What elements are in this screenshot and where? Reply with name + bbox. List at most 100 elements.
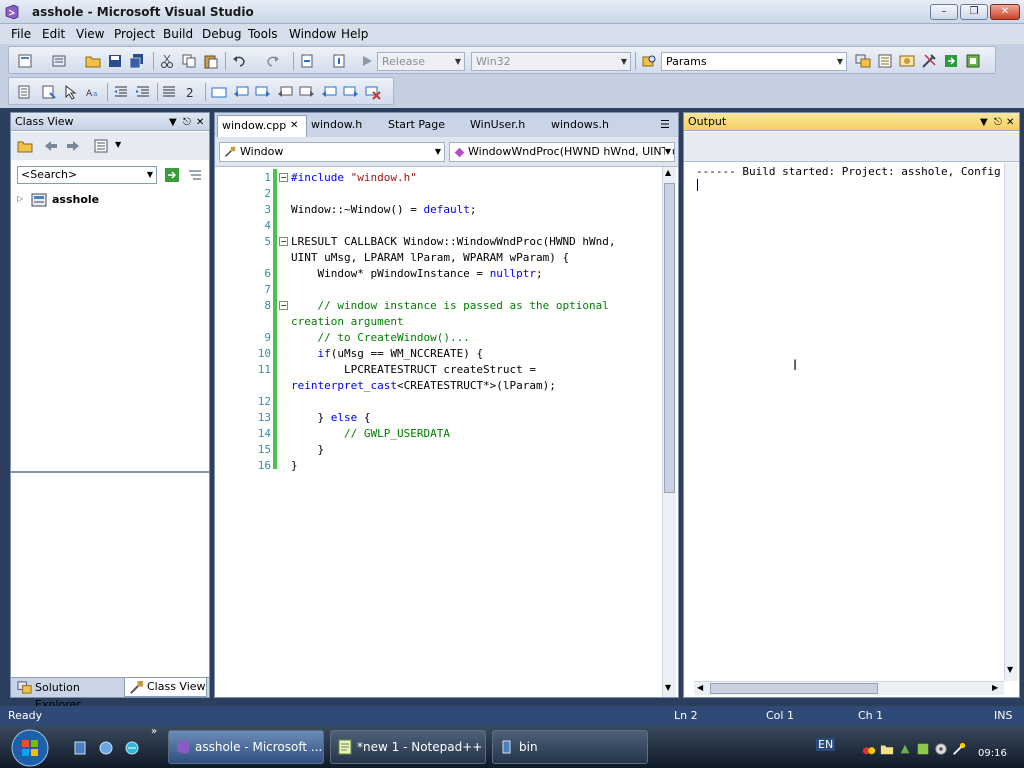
dropdown-arrow-icon[interactable]: ▼ <box>169 114 177 131</box>
toolbox-icon[interactable] <box>921 53 937 69</box>
quick-launch-explorer-icon[interactable] <box>72 740 88 756</box>
member-combo[interactable]: WindowWndProc(HWND hWnd, UINT u ▼ <box>449 142 675 162</box>
add-item-icon[interactable] <box>51 53 67 69</box>
tab-class-view[interactable]: Class View <box>124 678 207 697</box>
dropdown-arrow-icon[interactable]: ▼ <box>980 114 988 131</box>
editor-vertical-scrollbar[interactable]: ▲ ▼ <box>662 167 676 697</box>
forward-arrow-icon[interactable] <box>65 138 81 154</box>
menu-project[interactable]: Project <box>114 27 155 41</box>
menu-build[interactable]: Build <box>163 27 193 41</box>
clear-bookmarks-icon[interactable] <box>365 84 381 100</box>
close-button[interactable]: ✕ <box>990 4 1020 20</box>
tray-wand-icon[interactable] <box>952 742 966 756</box>
pin-icon[interactable]: ⎋ <box>994 114 1002 131</box>
scroll-up-icon[interactable]: ▲ <box>665 168 671 177</box>
scroll-down-icon[interactable]: ▼ <box>1007 665 1013 674</box>
extensions-icon[interactable] <box>965 53 981 69</box>
previous-bookmark-in-folder-icon[interactable] <box>277 84 293 100</box>
taskbar-notepad[interactable]: *new 1 - Notepad++ <box>330 730 486 764</box>
tab-winuser-h[interactable]: WinUser.h <box>466 115 529 137</box>
next-bookmark-in-folder-icon[interactable] <box>299 84 315 100</box>
scroll-left-icon[interactable]: ◀ <box>697 683 703 692</box>
open-folder-icon[interactable] <box>85 53 101 69</box>
menu-edit[interactable]: Edit <box>42 27 65 41</box>
redo-icon[interactable] <box>265 53 281 69</box>
expand-triangle-icon[interactable]: ▷ <box>17 194 23 203</box>
clear-search-icon[interactable] <box>187 167 203 183</box>
tab-window-cpp[interactable]: window.cpp ✕ <box>217 115 307 137</box>
close-icon[interactable]: ✕ <box>1006 114 1014 131</box>
windows-start-icon[interactable] <box>10 728 50 768</box>
tray-network-icon[interactable] <box>862 742 876 756</box>
solution-explorer-icon[interactable] <box>855 53 871 69</box>
solution-configuration-combo[interactable]: Release ▼ <box>377 52 465 71</box>
tab-window-h[interactable]: window.h <box>307 115 366 137</box>
quick-launch-overflow-icon[interactable]: » <box>151 726 157 737</box>
close-icon[interactable]: ✕ <box>196 114 204 131</box>
display-object-member-list-icon[interactable] <box>17 84 33 100</box>
find-combo[interactable]: Params ▼ <box>661 52 847 71</box>
undo-icon[interactable] <box>231 53 247 69</box>
menu-window[interactable]: Window <box>289 27 336 41</box>
comment-lines-icon[interactable] <box>161 84 177 100</box>
collapse-outline-icon[interactable]: − <box>279 237 288 246</box>
taskbar-visual-studio[interactable]: asshole - Microsoft ... <box>168 730 324 764</box>
previous-bookmark-in-document-icon[interactable] <box>321 84 337 100</box>
close-tab-icon[interactable]: ✕ <box>290 116 298 136</box>
collapse-outline-icon[interactable]: − <box>279 173 288 182</box>
class-view-search-input[interactable]: <Search> ▼ <box>17 166 157 184</box>
menu-help[interactable]: Help <box>341 27 368 41</box>
next-bookmark-in-document-icon[interactable] <box>343 84 359 100</box>
scrollbar-thumb[interactable] <box>664 183 675 493</box>
copy-icon[interactable] <box>181 53 197 69</box>
chevron-down-icon[interactable]: ▼ <box>115 140 121 149</box>
taskbar-clock[interactable]: 09:16 <box>978 748 1007 759</box>
collapse-outline-icon[interactable]: − <box>279 301 288 310</box>
code-text-area[interactable]: 1 #include "window.h" 2 3 Window::~Window() … <box>215 167 662 697</box>
quick-launch-media-icon[interactable] <box>98 740 114 756</box>
scrollbar-thumb[interactable] <box>710 683 878 694</box>
tab-solution-explorer[interactable]: Solution Explorer <box>13 679 121 711</box>
quick-launch-browser-icon[interactable] <box>124 740 140 756</box>
cut-icon[interactable] <box>159 53 175 69</box>
menu-debug[interactable]: Debug <box>202 27 241 41</box>
language-indicator[interactable]: EN <box>816 738 836 751</box>
active-files-dropdown-icon[interactable]: ☰ <box>660 118 670 131</box>
scope-combo[interactable]: Window ▼ <box>219 142 445 162</box>
next-bookmark-icon[interactable] <box>255 84 271 100</box>
scroll-right-icon[interactable]: ▶ <box>992 683 998 692</box>
tray-folder-icon[interactable] <box>880 742 894 756</box>
pin-icon[interactable]: ⎋ <box>183 114 191 131</box>
class-view-settings-icon[interactable] <box>93 138 109 154</box>
start-debugging-icon[interactable] <box>359 53 375 69</box>
back-arrow-icon[interactable] <box>43 138 59 154</box>
members-splitter[interactable] <box>11 471 209 473</box>
tab-windows-h[interactable]: windows.h <box>547 115 613 137</box>
tree-item-project[interactable]: ▷ asshole <box>17 192 207 208</box>
scroll-down-icon[interactable]: ▼ <box>665 683 671 692</box>
menu-tools[interactable]: Tools <box>248 27 278 41</box>
navigate-forward-icon[interactable] <box>331 53 347 69</box>
object-browser-icon[interactable] <box>899 53 915 69</box>
output-horizontal-scrollbar[interactable]: ◀ ▶ <box>694 681 1004 695</box>
navigate-backward-icon[interactable] <box>299 53 315 69</box>
toggle-bookmark-icon[interactable] <box>211 84 227 100</box>
taskbar-bin-folder[interactable]: bin <box>492 730 648 764</box>
restore-button[interactable]: ❐ <box>960 4 988 20</box>
minimize-button[interactable]: – <box>930 4 958 20</box>
paste-icon[interactable] <box>203 53 219 69</box>
quick-info-icon[interactable] <box>63 84 79 100</box>
new-folder-icon[interactable] <box>17 138 33 154</box>
solution-platform-combo[interactable]: Win32 ▼ <box>471 52 631 71</box>
decrease-indent-icon[interactable] <box>113 84 129 100</box>
save-icon[interactable] <box>107 53 123 69</box>
output-vertical-scrollbar[interactable]: ▼ <box>1004 163 1018 681</box>
new-project-icon[interactable] <box>17 53 33 69</box>
increase-indent-icon[interactable] <box>135 84 151 100</box>
uncomment-lines-icon[interactable]: 2 <box>183 84 199 100</box>
search-go-icon[interactable] <box>164 167 180 183</box>
tray-disc-icon[interactable] <box>934 742 948 756</box>
tray-update-icon[interactable] <box>898 742 912 756</box>
tray-security-icon[interactable] <box>916 742 930 756</box>
tab-start-page[interactable]: Start Page <box>384 115 449 137</box>
